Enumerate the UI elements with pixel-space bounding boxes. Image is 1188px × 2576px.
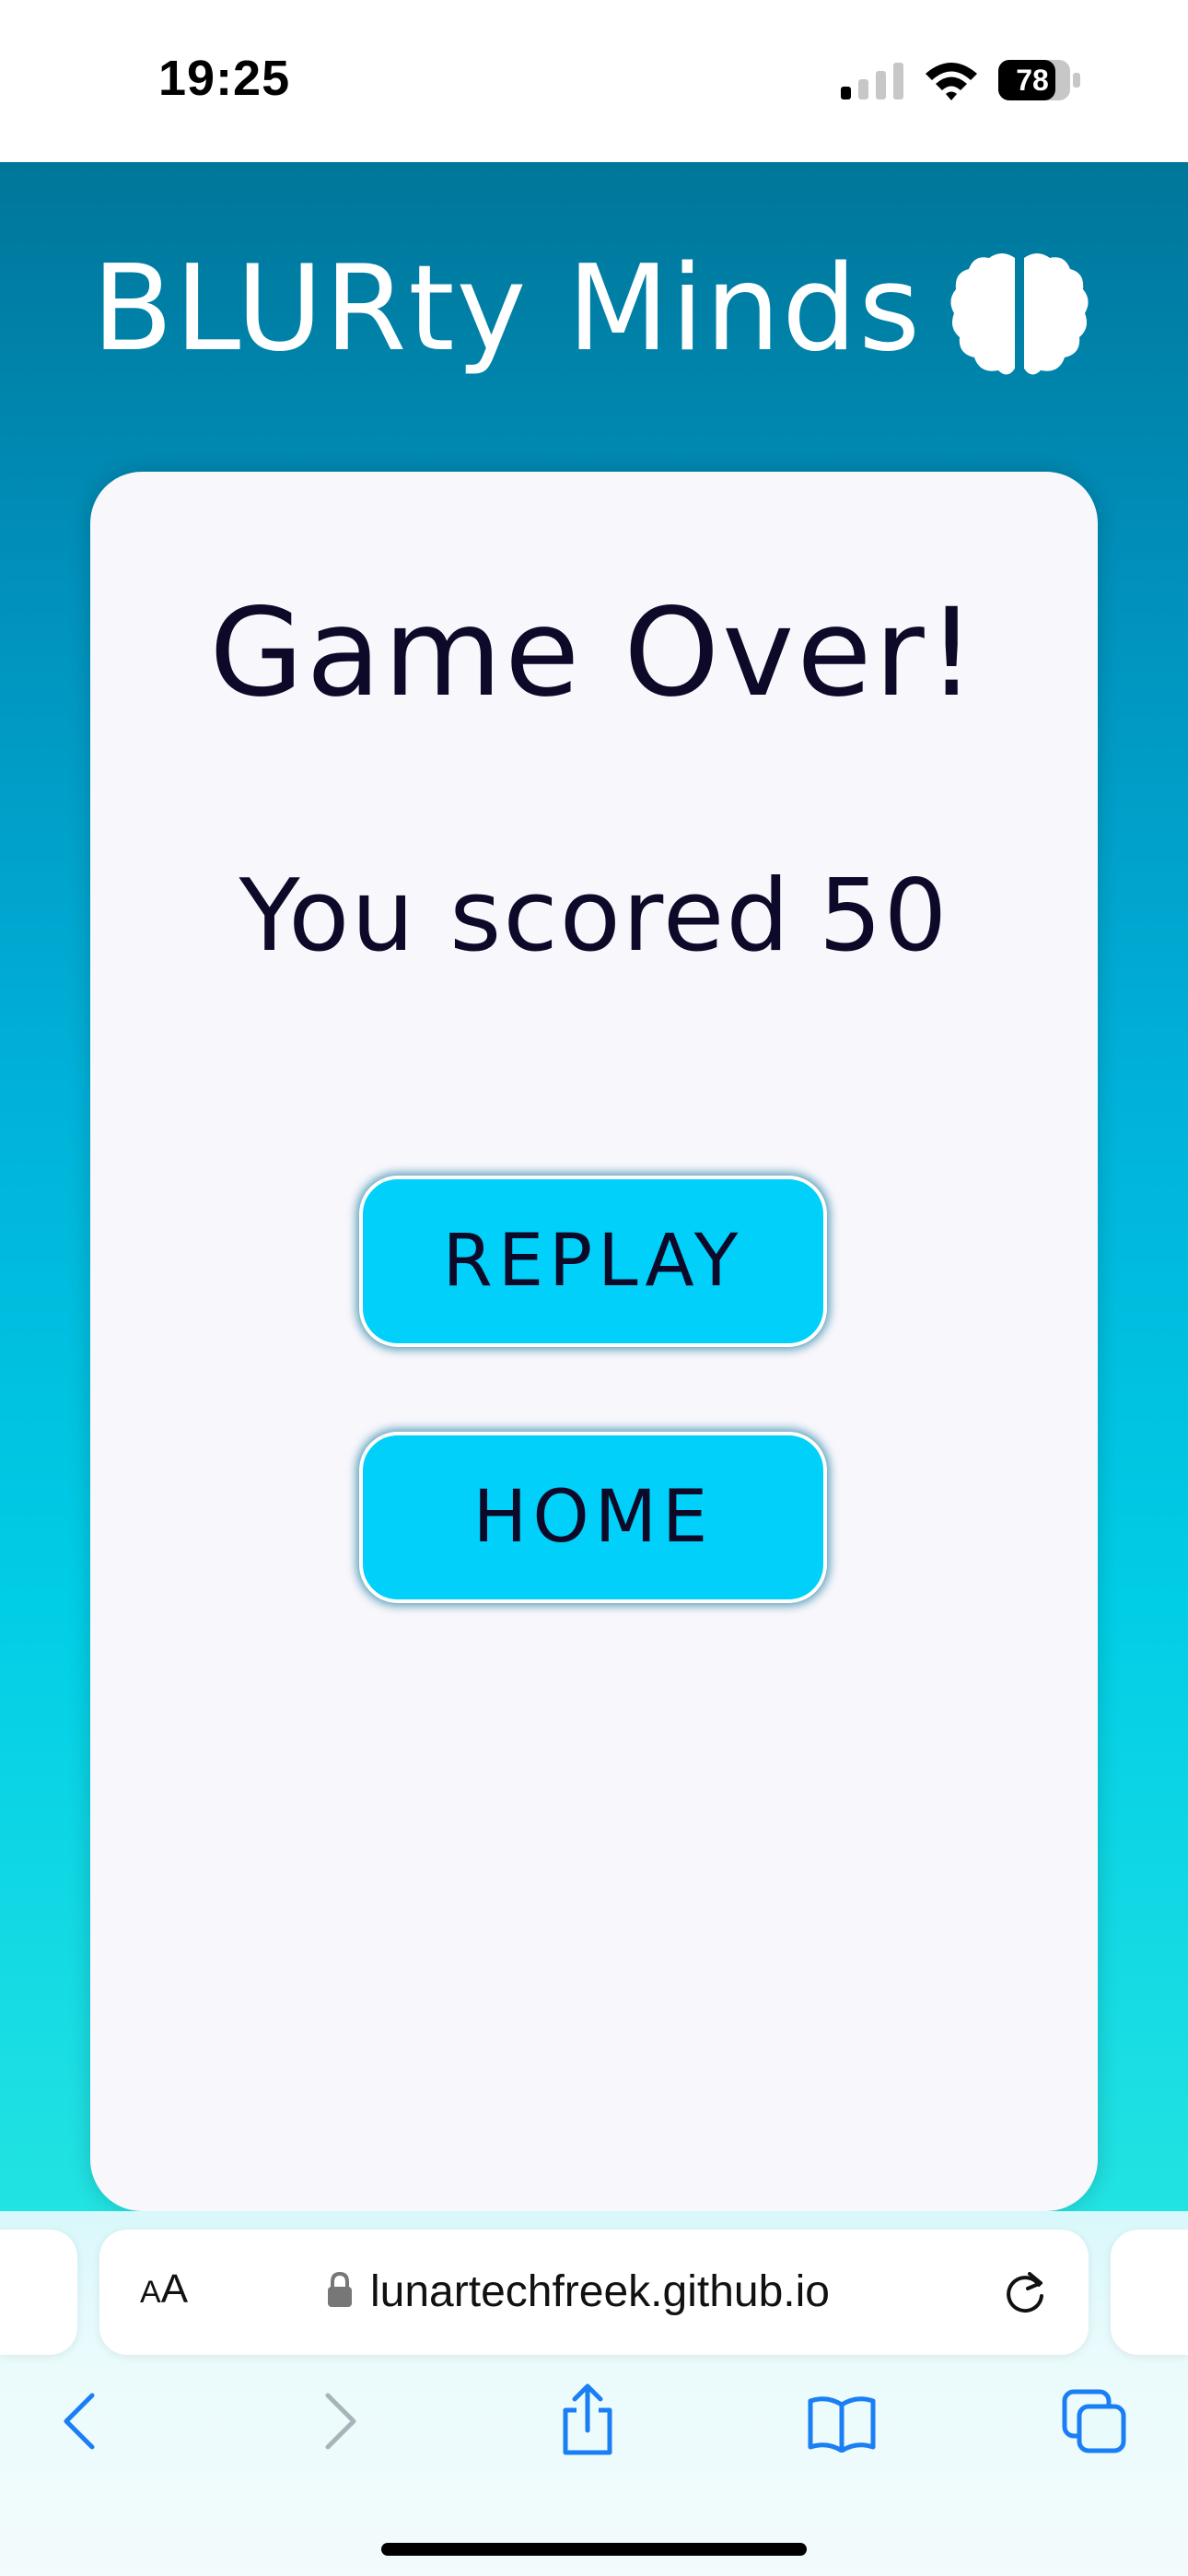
replay-button[interactable]: REPLAY [359,1176,827,1347]
status-bar: 19:25 78 [0,0,1188,162]
tabs-icon[interactable] [1061,2388,1127,2454]
previous-tab-peek[interactable] [0,2230,77,2355]
lock-icon [328,2272,352,2307]
signal-icon [841,63,903,100]
forward-icon[interactable] [322,2392,359,2451]
reader-big-a: A [160,2266,189,2312]
score-value: 50 [818,859,949,974]
address-bar[interactable]: AA lunartechfreek.github.io [99,2230,1089,2355]
url-text[interactable]: lunartechfreek.github.io [370,2265,830,2320]
back-icon[interactable] [61,2392,98,2451]
home-indicator [381,2543,807,2556]
battery-level: 78 [1016,64,1049,97]
score-text: You scored 50 [90,859,1098,974]
share-icon[interactable] [560,2383,615,2456]
next-tab-peek[interactable] [1111,2230,1188,2355]
reader-small-a: A [140,2275,161,2310]
status-time: 19:25 [158,51,291,106]
site-title: BLURty Minds [92,240,923,378]
wifi-icon [926,63,977,100]
brain-icon [950,253,1089,375]
score-label: You scored [239,859,791,974]
game-over-title: Game Over! [209,582,979,724]
game-over-card: Game Over! You scored 50 REPLAY HOME [90,472,1098,2211]
reader-mode-button[interactable]: AA [140,2266,214,2318]
reload-icon[interactable] [1002,2268,1050,2316]
bookmarks-icon[interactable] [807,2394,877,2453]
home-button[interactable]: HOME [359,1432,827,1603]
